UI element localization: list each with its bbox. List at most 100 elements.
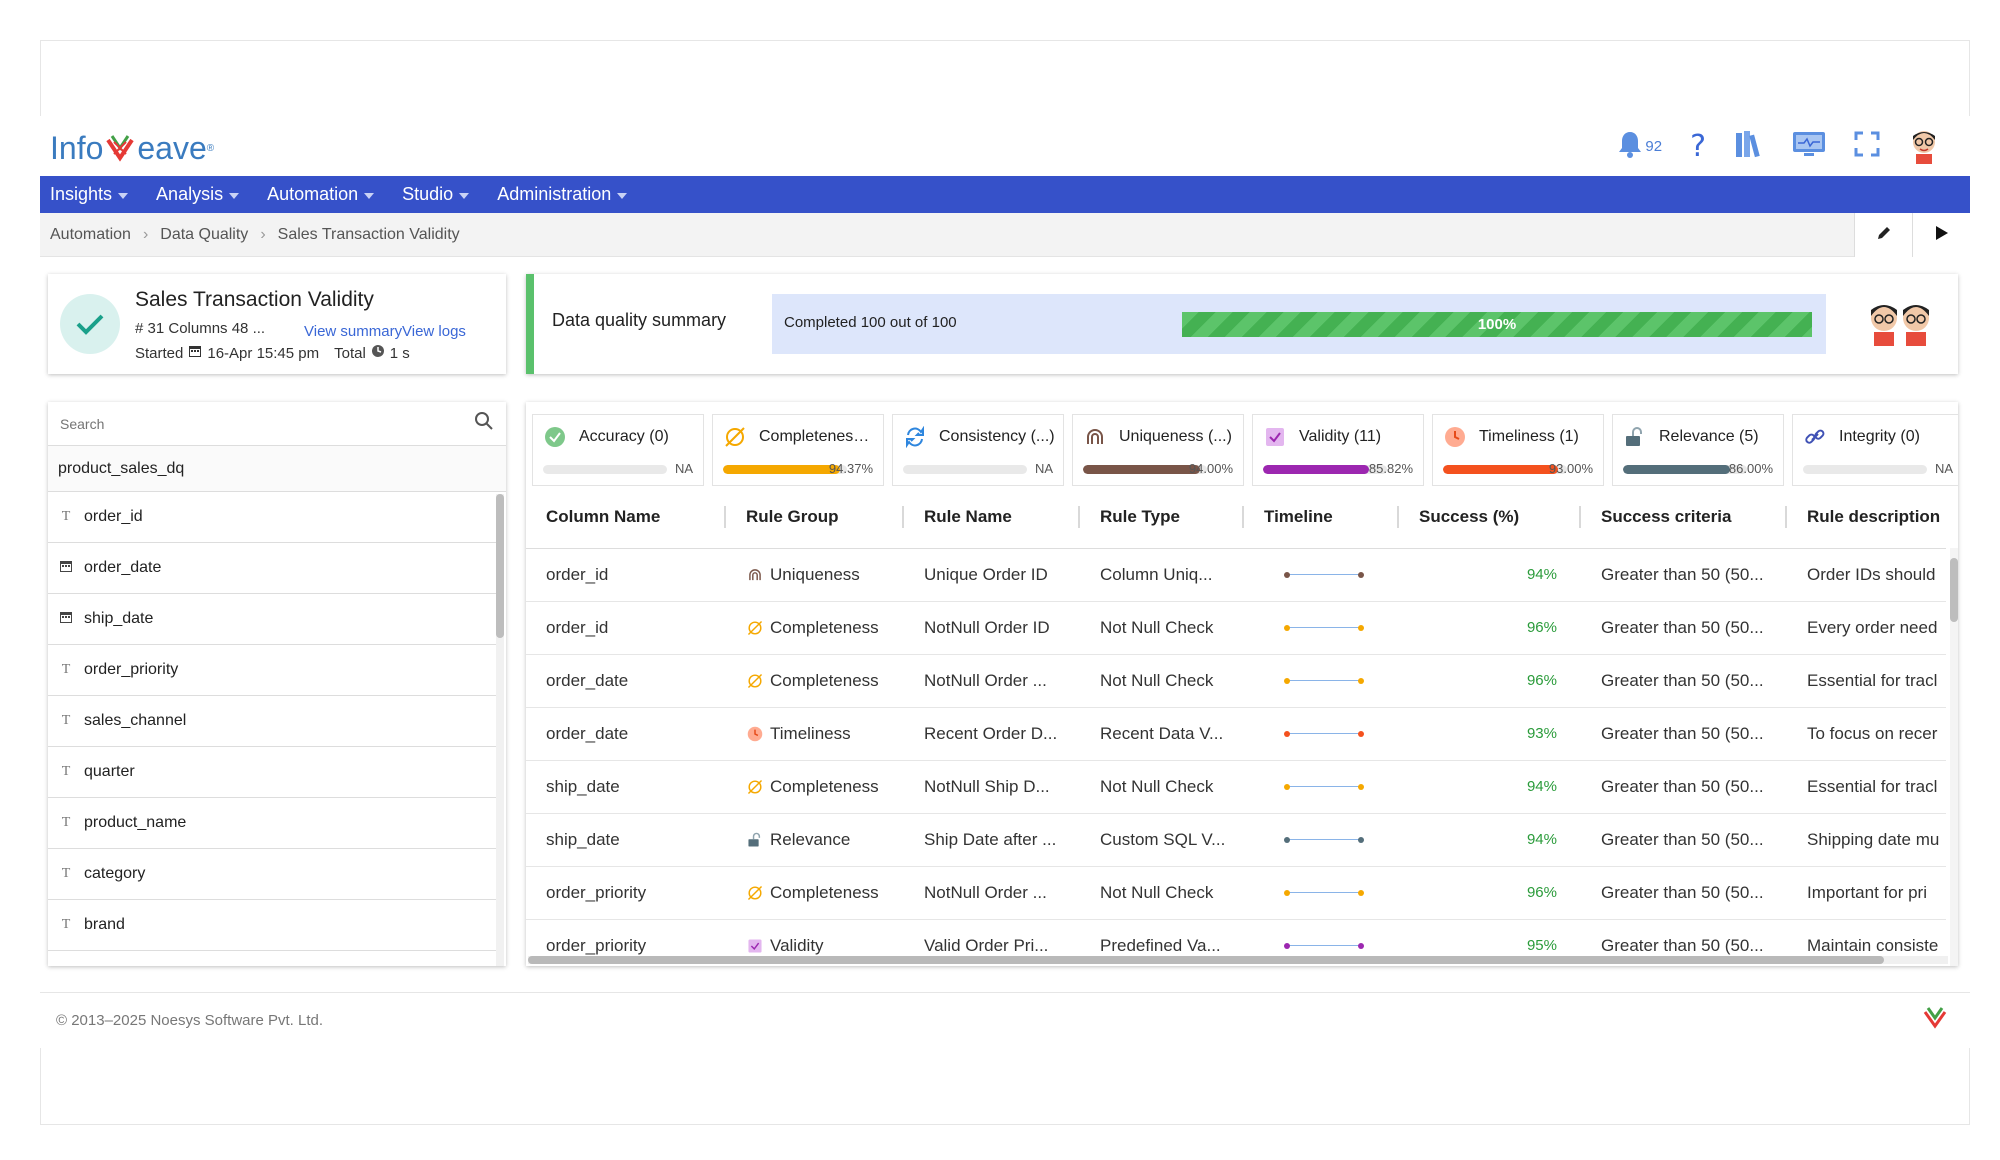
timeline-point xyxy=(1358,942,1364,949)
run-button[interactable] xyxy=(1912,213,1970,257)
column-item[interactable]: order_date xyxy=(48,543,496,594)
dimension-tile[interactable]: Validity (11) 85.82% xyxy=(1252,414,1424,486)
weave-logo-icon xyxy=(104,132,136,164)
started-value: 16-Apr 15:45 pm xyxy=(207,344,320,362)
dimension-label: Validity (11) xyxy=(1299,428,1382,445)
column-header-label: Success criteria xyxy=(1601,506,1732,526)
breadcrumb-data-quality[interactable]: Data Quality xyxy=(160,226,248,244)
top-bar: Info eave ® 92 ? xyxy=(40,116,1970,176)
column-header[interactable]: Success (%) xyxy=(1399,486,1581,549)
monitor-button[interactable] xyxy=(1792,126,1826,166)
view-logs-link[interactable]: View logs xyxy=(402,323,466,340)
nav-studio[interactable]: Studio xyxy=(402,184,470,205)
footer: © 2013–2025 Noesys Software Pvt. Ltd. xyxy=(40,992,1970,1048)
notification-count: 92 xyxy=(1645,137,1663,155)
user-avatar[interactable] xyxy=(1908,126,1940,166)
rules-panel: Accuracy (0) NA Completeness (...) 94.37% Co… xyxy=(526,402,1958,966)
edit-button[interactable] xyxy=(1854,213,1912,257)
dimension-tile[interactable]: Relevance (5) 86.00% xyxy=(1612,414,1784,486)
table-vertical-scrollbar[interactable] xyxy=(1950,548,1958,966)
nav-administration[interactable]: Administration xyxy=(497,184,628,205)
scrollbar-thumb[interactable] xyxy=(1950,558,1958,622)
nav-analysis[interactable]: Analysis xyxy=(156,184,240,205)
table-row[interactable]: order_date Completeness NotNull Order ... N… xyxy=(526,654,1946,708)
column-header[interactable]: Success criteria xyxy=(1581,486,1787,549)
dimension-tile[interactable]: Uniqueness (...) 94.00% xyxy=(1072,414,1244,486)
timeline-point xyxy=(1284,942,1290,949)
dimension-score: 85.82% xyxy=(1368,461,1413,476)
library-icon xyxy=(1734,129,1764,164)
column-item[interactable]: Torder_id xyxy=(48,492,496,543)
caret-down-icon xyxy=(364,192,375,199)
scrollbar-thumb[interactable] xyxy=(528,956,1884,964)
copyright-text: © 2013–2025 Noesys Software Pvt. Ltd. xyxy=(56,1012,324,1029)
column-search xyxy=(48,402,506,446)
library-button[interactable] xyxy=(1734,126,1764,166)
table-name[interactable]: product_sales_dq xyxy=(48,446,506,492)
dimension-tile[interactable]: Accuracy (0) NA xyxy=(532,414,704,486)
calendar-icon xyxy=(188,344,202,362)
column-header[interactable]: Timeline xyxy=(1244,486,1399,549)
column-search-input[interactable] xyxy=(60,415,474,432)
column-header[interactable]: Rule Name xyxy=(904,486,1080,549)
cell-rule-name: NotNull Order ID xyxy=(904,601,1080,655)
nav-automation[interactable]: Automation xyxy=(267,184,375,205)
table-row[interactable]: order_id Uniqueness Unique Order ID Column … xyxy=(526,548,1946,602)
relevance-icon xyxy=(746,831,764,849)
breadcrumb-automation[interactable]: Automation xyxy=(50,226,131,244)
progress-fill: 100% xyxy=(1182,312,1812,337)
column-item-label: product_name xyxy=(84,814,187,831)
dimension-score-fill xyxy=(1263,465,1370,474)
column-item[interactable]: Tsales_channel xyxy=(48,696,496,747)
column-item-label: order_priority xyxy=(84,661,179,678)
column-header[interactable]: Column Name xyxy=(526,486,726,549)
table-row[interactable]: ship_date Relevance Ship Date after ... Cus… xyxy=(526,813,1946,867)
rule-group-label: Validity xyxy=(770,935,824,955)
column-list-scrollbar[interactable] xyxy=(496,494,504,966)
column-header[interactable]: Rule Type xyxy=(1080,486,1244,549)
table-horizontal-scrollbar[interactable] xyxy=(528,956,1948,964)
column-header-label: Rule Name xyxy=(924,506,1012,526)
scrollbar-thumb[interactable] xyxy=(496,494,504,638)
help-button[interactable]: ? xyxy=(1690,126,1706,166)
columns-panel: product_sales_dq Torder_id order_dateship… xyxy=(48,402,506,966)
cell-column-name: order_id xyxy=(526,548,726,602)
column-item[interactable]: ship_date xyxy=(48,594,496,645)
table-row[interactable]: order_date Timeliness Recent Order D... Rec… xyxy=(526,707,1946,761)
table-row[interactable]: order_id Completeness NotNull Order ID Not … xyxy=(526,601,1946,655)
dimension-tile[interactable]: Timeliness (1) 93.00% xyxy=(1432,414,1604,486)
column-item-label: order_date xyxy=(84,559,162,576)
notifications-button[interactable]: 92 xyxy=(1617,126,1662,166)
column-header[interactable]: Rule Group xyxy=(726,486,904,549)
cell-rule-name: NotNull Order ... xyxy=(904,866,1080,920)
completeness-icon xyxy=(746,619,764,637)
column-item[interactable]: Tcategory xyxy=(48,849,496,900)
dimension-tile[interactable]: Completeness (...) 94.37% xyxy=(712,414,884,486)
column-item[interactable]: Tquarter xyxy=(48,747,496,798)
search-icon[interactable] xyxy=(474,411,494,436)
cell-rule-type: Not Null Check xyxy=(1080,866,1244,920)
column-header-label: Rule Type xyxy=(1100,506,1180,526)
column-header[interactable]: Rule description xyxy=(1787,486,1946,549)
uniqueness-icon xyxy=(746,566,764,584)
view-summary-link[interactable]: View summary xyxy=(304,323,402,340)
table-row[interactable]: order_priority Completeness NotNull Order … xyxy=(526,866,1946,920)
dimension-tile[interactable]: Consistency (...) NA xyxy=(892,414,1064,486)
column-list: Torder_id order_date ship_date Torder_prior… xyxy=(48,492,506,951)
table-row[interactable]: ship_date Completeness NotNull Ship D... No… xyxy=(526,760,1946,814)
column-header-label: Rule description xyxy=(1807,506,1941,526)
rule-group-label: Completeness xyxy=(770,776,879,796)
validity-icon xyxy=(1263,425,1287,449)
column-item[interactable]: Tbrand xyxy=(48,900,496,951)
column-item[interactable]: Tproduct_name xyxy=(48,798,496,849)
dimension-score: NA xyxy=(674,461,693,476)
cell-rule-group: Uniqueness xyxy=(726,548,904,602)
nav-insights[interactable]: Insights xyxy=(50,184,129,205)
fullscreen-button[interactable] xyxy=(1854,126,1880,166)
fullscreen-icon xyxy=(1854,131,1880,162)
column-item[interactable]: Torder_priority xyxy=(48,645,496,696)
infoveave-logo[interactable]: Info eave ® xyxy=(50,126,214,170)
cell-success: 96% xyxy=(1399,866,1581,920)
dimension-label: Timeliness (1) xyxy=(1479,428,1579,445)
dimension-tile[interactable]: Integrity (0) NA xyxy=(1792,414,1958,486)
